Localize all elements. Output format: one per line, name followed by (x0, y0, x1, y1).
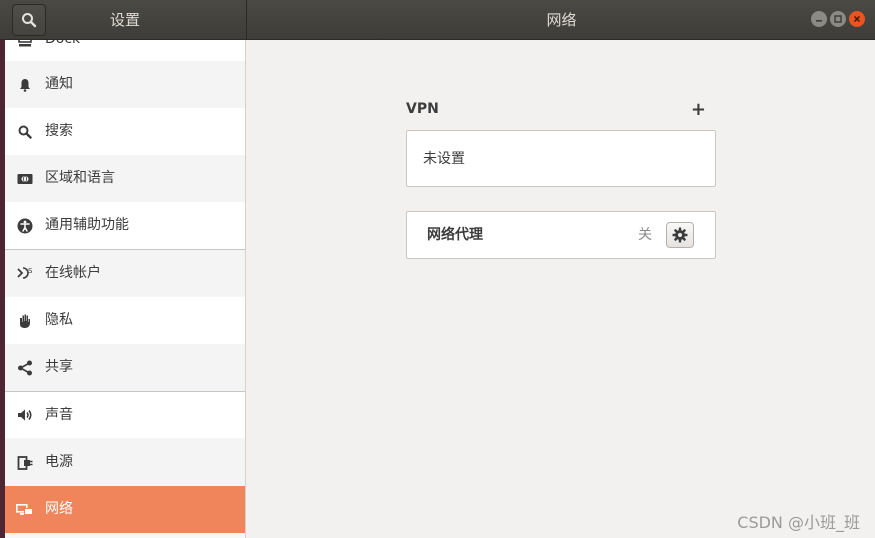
vpn-empty-label: 未设置 (423, 151, 465, 167)
sidebar-item-online-accounts[interactable]: S 在线帐户 (5, 249, 245, 296)
sidebar-item-label: 通知 (45, 76, 73, 92)
sidebar-item-label: 电源 (45, 454, 73, 470)
sidebar-item-label: 搜索 (45, 123, 73, 139)
settings-title: 设置 (109, 11, 140, 29)
sidebar-item-privacy[interactable]: 隐私 (5, 297, 245, 344)
privacy-hand-icon (5, 297, 45, 344)
sidebar-item-label: 在线帐户 (45, 264, 101, 281)
vpn-section-title: VPN (406, 101, 439, 117)
search-button[interactable] (12, 4, 46, 36)
sidebar-item-label: 隐私 (45, 312, 73, 328)
network-proxy-status: 关 (638, 227, 652, 243)
maximize-button[interactable] (830, 11, 846, 27)
sidebar-item-sharing[interactable]: 共享 (5, 344, 245, 391)
sidebar-item-notifications[interactable]: 通知 (5, 61, 245, 108)
network-panel: VPN + 未设置 网络代理 关 (246, 40, 875, 538)
sidebar: Dock 通知 搜索 区域和语言 通用辅助功能 S 在线帐户 隐私 (5, 40, 245, 538)
sidebar-item-region-language[interactable]: 区域和语言 (5, 155, 245, 202)
network-proxy-label: 网络代理 (427, 227, 483, 243)
dock-icon (5, 40, 45, 63)
watermark: CSDN @小班_班 (737, 513, 860, 532)
sidebar-item-dock[interactable]: Dock (5, 40, 245, 63)
sidebar-item-sound[interactable]: 声音 (5, 391, 245, 438)
online-accounts-icon: S (5, 250, 45, 297)
minimize-icon (816, 20, 822, 22)
search-icon (5, 108, 45, 155)
close-icon (853, 15, 861, 23)
sidebar-item-label: 共享 (45, 359, 73, 375)
close-button[interactable] (849, 11, 865, 27)
region-icon (5, 155, 45, 202)
sidebar-item-label: 网络 (45, 501, 73, 517)
speaker-icon (5, 392, 45, 439)
window-controls (811, 11, 865, 27)
search-icon (22, 13, 37, 28)
header-bar: 设置 网络 (0, 0, 875, 40)
sidebar-item-label: 通用辅助功能 (45, 217, 129, 233)
bell-icon (5, 61, 45, 108)
accessibility-icon (5, 202, 45, 249)
page-title: 网络 (546, 11, 577, 29)
sidebar-item-label: 声音 (45, 406, 73, 423)
share-icon (5, 344, 45, 391)
power-icon (5, 439, 45, 486)
vpn-section-header: VPN + (406, 98, 716, 122)
sidebar-item-power[interactable]: 电源 (5, 439, 245, 486)
gear-icon (672, 227, 688, 243)
maximize-icon (834, 15, 842, 23)
add-vpn-button[interactable]: + (691, 100, 706, 120)
proxy-settings-button[interactable] (666, 222, 694, 248)
network-proxy-row[interactable]: 网络代理 关 (406, 211, 716, 259)
minimize-button[interactable] (811, 11, 827, 27)
sidebar-item-label: Dock (45, 40, 80, 63)
sidebar-item-network[interactable]: 网络 (5, 486, 245, 533)
sidebar-item-label: 区域和语言 (45, 170, 115, 186)
sidebar-item-accessibility[interactable]: 通用辅助功能 (5, 202, 245, 249)
svg-text:S: S (28, 267, 33, 275)
sidebar-header: 设置 (0, 0, 247, 40)
sidebar-item-search[interactable]: 搜索 (5, 108, 245, 155)
network-icon (5, 486, 45, 533)
vpn-list: 未设置 (406, 130, 716, 187)
